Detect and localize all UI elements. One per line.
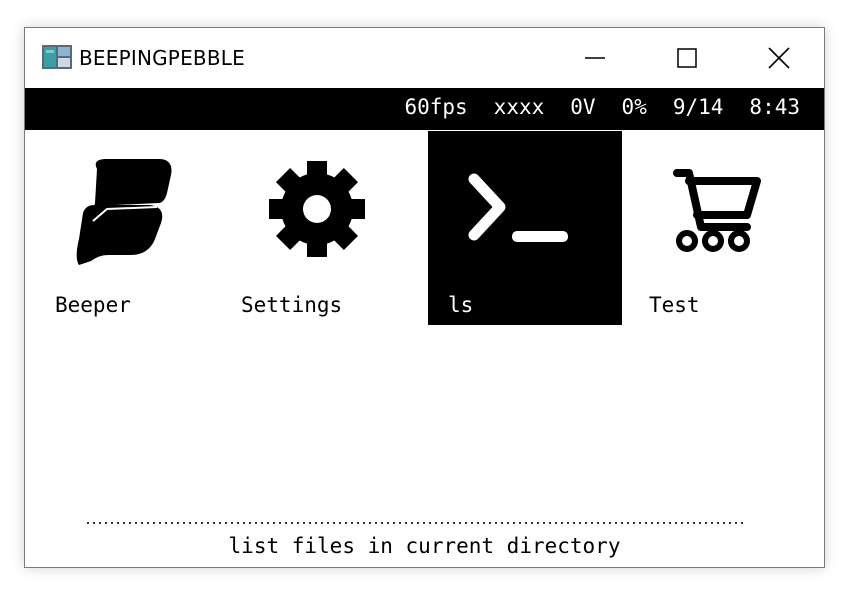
date-readout: 9/14 (672, 95, 724, 119)
fps-readout: 60fps (404, 95, 468, 119)
maximize-icon (677, 48, 697, 68)
close-icon (768, 47, 790, 69)
maximize-button[interactable] (641, 28, 733, 88)
app-tile-ls[interactable]: ls (428, 131, 622, 325)
app-label-settings: Settings (241, 293, 343, 317)
dotted-divider (85, 522, 745, 524)
gear-icon (269, 161, 365, 257)
battery-readout: 0% (621, 95, 647, 119)
app-tile-test[interactable]: Test (629, 131, 823, 325)
voltage-readout: 0V (570, 95, 596, 119)
minimize-button[interactable] (549, 28, 641, 88)
status-bar: 60fps xxxx 0V 0% 9/14 8:43 (25, 88, 824, 130)
app-label-ls: ls (448, 293, 474, 317)
shopping-cart-icon (673, 169, 761, 252)
minimize-icon (585, 57, 605, 59)
app-label-beeper: Beeper (55, 293, 131, 317)
app-tile-beeper[interactable]: Beeper (35, 131, 229, 325)
app-label-test: Test (649, 293, 700, 317)
terminal-icon (468, 173, 568, 242)
app-icon (42, 45, 72, 69)
app-window: BEEPINGPEBBLE 60fps xxxx 0V 0% 9/14 8:43 (24, 27, 825, 568)
window-title: BEEPINGPEBBLE (79, 46, 245, 70)
time-readout: 8:43 (749, 95, 800, 119)
beeper-logo-icon (76, 159, 172, 265)
app-tile-settings[interactable]: Settings (221, 131, 415, 325)
app-description: list files in current directory (228, 534, 621, 558)
status-field: xxxx (493, 95, 545, 119)
title-bar[interactable]: BEEPINGPEBBLE (25, 28, 824, 88)
close-button[interactable] (733, 28, 825, 88)
